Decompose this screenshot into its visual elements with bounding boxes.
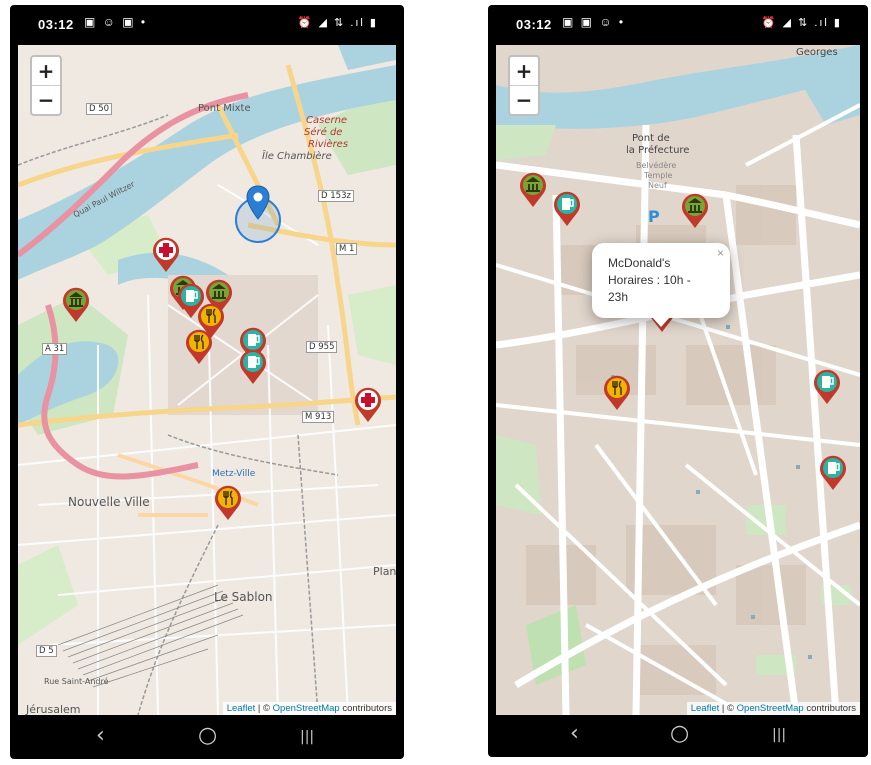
- notification-icons: ▣ ▣ ☺ •: [562, 15, 626, 29]
- label-georges: Georges: [796, 47, 838, 58]
- label-nouvelle-ville: Nouvelle Ville: [68, 495, 150, 509]
- label-neuf: Neuf: [648, 181, 667, 190]
- phone-screen-right: 03:12 ▣ ▣ ☺ • ⏰ ◢ ⇅ .ıl ▮ Pont de la Pré…: [488, 5, 868, 757]
- status-time: 03:12: [38, 17, 74, 32]
- popup-hours: Horaires : 10h - 23h: [608, 273, 691, 304]
- label-prefecture: la Préfecture: [626, 145, 690, 156]
- map-view[interactable]: Pont de la Préfecture Georges Belvédère …: [496, 45, 860, 715]
- marker-hospital[interactable]: [151, 235, 181, 273]
- recents-button[interactable]: |||: [300, 729, 314, 745]
- status-bar: 03:12 ▣ ▣ ☺ • ⏰ ◢ ⇅ .ıl ▮: [488, 5, 868, 45]
- shield-m1: M 1: [336, 243, 358, 255]
- marker-bar[interactable]: [812, 367, 842, 405]
- marker-bar[interactable]: [238, 347, 268, 385]
- current-location-pin[interactable]: [246, 185, 270, 223]
- zoom-in-button[interactable]: +: [32, 57, 60, 85]
- leaflet-link[interactable]: Leaflet: [227, 703, 256, 714]
- notification-icons: ▣ ☺ ▣ •: [84, 15, 148, 29]
- navigation-bar: ‹ ○ |||: [488, 713, 868, 757]
- status-time: 03:12: [516, 17, 552, 32]
- map-view[interactable]: Pont Mixte Caserne Séré de Rivières Île …: [18, 45, 396, 715]
- label-rue-st-andre: Rue Saint-André: [44, 677, 109, 686]
- system-status-icons: ⏰ ◢ ⇅ .ıl ▮: [761, 17, 842, 29]
- phone-screen-left: 03:12 ▣ ☺ ▣ • ⏰ ◢ ⇅ .ıl ▮ Pont Mixte Cas…: [10, 5, 404, 759]
- museum-pin-icon: [520, 172, 546, 207]
- osm-link[interactable]: OpenStreetMap: [273, 703, 340, 714]
- museum-pin-icon: [682, 193, 708, 228]
- zoom-control: + −: [30, 55, 62, 116]
- attribution-contributors: contributors: [339, 703, 392, 714]
- label-metz-ville: Metz-Ville: [212, 469, 256, 479]
- parking-icon: P: [648, 207, 660, 226]
- home-button[interactable]: ○: [670, 721, 689, 746]
- label-temple: Temple: [644, 171, 673, 180]
- restaurant-pin-icon: [186, 329, 212, 364]
- system-status-icons: ⏰ ◢ ⇅ .ıl ▮: [297, 17, 378, 29]
- beer-pin-icon: [820, 455, 846, 490]
- label-pont-de: Pont de: [632, 133, 670, 144]
- label-jerusalem: Jérusalem: [26, 703, 81, 715]
- beer-pin-icon: [554, 191, 580, 226]
- zoom-out-button[interactable]: −: [510, 85, 538, 114]
- marker-hospital[interactable]: [353, 385, 383, 423]
- marker-museum[interactable]: [680, 191, 710, 229]
- beer-pin-icon: [240, 349, 266, 384]
- shield-d955: D 955: [306, 341, 338, 353]
- marker-restaurant[interactable]: [213, 483, 243, 521]
- recents-button[interactable]: |||: [772, 727, 786, 743]
- marker-museum[interactable]: [61, 285, 91, 323]
- marker-restaurant[interactable]: [184, 327, 214, 365]
- navigation-bar: ‹ ○ |||: [10, 715, 404, 759]
- attribution-separator: | ©: [255, 703, 273, 714]
- popup-close-button[interactable]: ×: [717, 245, 724, 262]
- popup-title: McDonald's: [608, 256, 671, 270]
- label-le-sablon: Le Sablon: [214, 590, 273, 604]
- label-belvedere: Belvédère: [636, 161, 677, 170]
- label-rivieres: Rivières: [308, 139, 349, 150]
- marker-museum[interactable]: [518, 170, 548, 208]
- back-button[interactable]: ‹: [570, 721, 579, 746]
- shield-a31: A 31: [42, 343, 68, 355]
- shield-m913: M 913: [302, 411, 335, 423]
- zoom-in-button[interactable]: +: [510, 57, 538, 85]
- hospital-pin-icon: [355, 387, 381, 422]
- beer-pin-icon: [814, 369, 840, 404]
- label-sere: Séré de: [304, 127, 343, 138]
- hospital-pin-icon: [153, 237, 179, 272]
- zoom-out-button[interactable]: −: [32, 85, 60, 114]
- status-bar: 03:12 ▣ ☺ ▣ • ⏰ ◢ ⇅ .ıl ▮: [10, 5, 404, 45]
- shield-d5: D 5: [36, 645, 57, 657]
- restaurant-pin-icon: [215, 485, 241, 520]
- label-pont-mixte: Pont Mixte: [198, 103, 251, 114]
- map-attribution: Leaflet | © OpenStreetMap contributors: [222, 702, 396, 715]
- shield-d153z: D 153z: [318, 190, 354, 202]
- restaurant-pin-icon: [604, 375, 630, 410]
- location-pin-icon: [246, 185, 270, 220]
- marker-popup: × McDonald's Horaires : 10h - 23h: [592, 243, 730, 327]
- home-button[interactable]: ○: [198, 723, 217, 748]
- label-caserne: Caserne: [306, 115, 348, 126]
- marker-bar[interactable]: [818, 453, 848, 491]
- shield-d50: D 50: [86, 103, 113, 115]
- marker-restaurant[interactable]: [602, 373, 632, 411]
- label-plan: Plan: [373, 565, 396, 578]
- museum-pin-icon: [63, 287, 89, 322]
- zoom-control: + −: [508, 55, 540, 116]
- label-chambiere: Île Chambière: [262, 151, 332, 162]
- back-button[interactable]: ‹: [96, 723, 105, 748]
- marker-bar[interactable]: [552, 189, 582, 227]
